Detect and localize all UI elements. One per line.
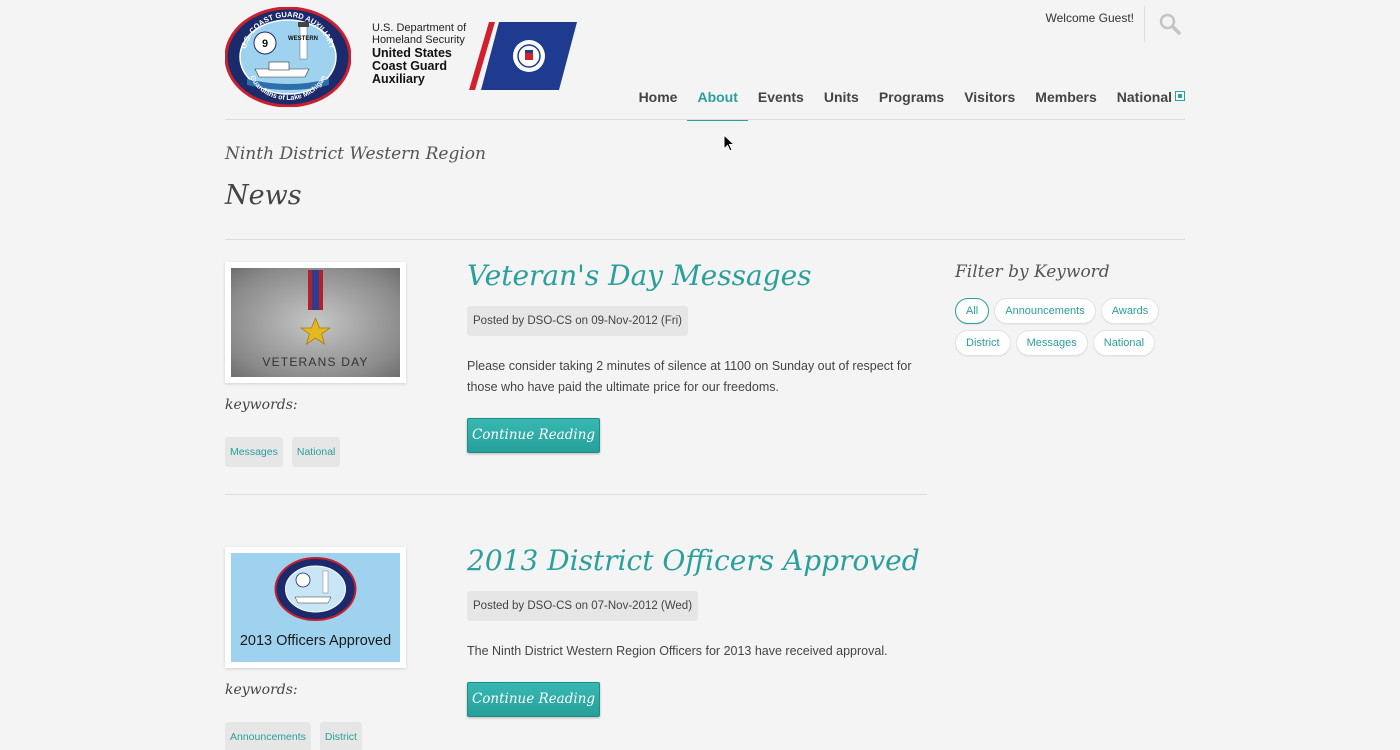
filter-tag-awards[interactable]: Awards: [1100, 298, 1160, 324]
nav-visitors[interactable]: Visitors: [954, 88, 1025, 120]
nav-members[interactable]: Members: [1025, 88, 1106, 120]
post-title[interactable]: 2013 District Officers Approved: [467, 544, 920, 577]
post-meta: Posted by DSO-CS on 07-Nov-2012 (Wed): [467, 591, 699, 621]
thumb-caption: 2013 Officers Approved: [240, 633, 391, 649]
header-divider-line: [225, 119, 1185, 120]
uscg-line3: Auxiliary: [372, 72, 425, 86]
post-title[interactable]: Veteran's Day Messages: [467, 259, 812, 292]
nav-national-label: National: [1116, 89, 1172, 105]
keyword-tag-national[interactable]: National: [291, 437, 341, 467]
search-icon[interactable]: [1158, 12, 1182, 36]
keyword-filter-sidebar: Filter by Keyword All Announcements Awar…: [955, 262, 1185, 356]
continue-reading-button[interactable]: Continue Reading: [467, 682, 600, 717]
dhs-line2: Homeland Security: [372, 34, 465, 46]
post-meta: Posted by DSO-CS on 09-Nov-2012 (Fri): [467, 306, 688, 336]
dhs-line1: U.S. Department of: [372, 22, 467, 34]
post-excerpt: The Ninth District Western Region Office…: [467, 644, 888, 658]
uscg-auxiliary-logo[interactable]: U.S. Department of Homeland Security Uni…: [372, 22, 577, 92]
veterans-day-image: VETERANS DAY: [231, 268, 400, 377]
sidebar-title: Filter by Keyword: [955, 262, 1110, 282]
filter-tag-announcements[interactable]: Announcements: [994, 298, 1096, 324]
keywords-label: keywords:: [225, 682, 298, 698]
seal-label: WESTERN: [288, 36, 318, 42]
nav-about[interactable]: About: [687, 88, 749, 121]
post-thumbnail[interactable]: VETERANS DAY: [225, 262, 406, 383]
logo-text: U.S. Department of Homeland Security Uni…: [372, 22, 482, 86]
post-excerpt: Please consider taking 2 minutes of sile…: [467, 359, 912, 394]
news-post: VETERANS DAY keywords: Messages National…: [225, 259, 930, 482]
page-wrapper: 9 WESTERN U.S. COAST GUARD AUXILIARY Gua…: [225, 0, 1185, 750]
keyword-tag-district[interactable]: District: [319, 722, 362, 750]
nav-units[interactable]: Units: [814, 88, 869, 120]
filter-tag-national[interactable]: National: [1092, 330, 1156, 356]
filter-tag-district[interactable]: District: [955, 330, 1011, 356]
continue-reading-button[interactable]: Continue Reading: [467, 418, 600, 453]
post-thumbnail[interactable]: 2013 Officers Approved: [225, 547, 406, 668]
post-divider: [225, 494, 927, 495]
thumb-caption: VETERANS DAY: [262, 355, 368, 369]
seal-number: 9: [262, 38, 268, 50]
coast-guard-stripe-icon: [469, 22, 577, 90]
mouse-cursor-icon: [723, 134, 735, 152]
officers-approved-image: 2013 Officers Approved: [231, 553, 400, 662]
news-post: 2013 Officers Approved keywords: Announc…: [225, 544, 930, 750]
auxiliary-seal-icon: 2013 Officers Approved: [240, 557, 391, 649]
nav-home[interactable]: Home: [629, 88, 688, 120]
page-title: News: [225, 180, 302, 211]
nav-programs[interactable]: Programs: [869, 88, 954, 120]
keyword-tag-announcements[interactable]: Announcements: [225, 722, 311, 750]
keyword-tags: Messages National: [225, 437, 341, 467]
keyword-tags: Announcements District: [225, 722, 362, 750]
filter-tags: All Announcements Awards District Messag…: [955, 298, 1185, 356]
nav-events[interactable]: Events: [748, 88, 814, 120]
filter-tag-messages[interactable]: Messages: [1015, 330, 1088, 356]
keywords-label: keywords:: [225, 397, 298, 413]
page-subtitle: Ninth District Western Region: [225, 144, 486, 164]
filter-tag-all[interactable]: All: [955, 298, 990, 324]
welcome-message: Welcome Guest!: [1045, 11, 1134, 25]
header-divider: [1144, 6, 1145, 42]
star-medal-icon: VETERANS DAY: [262, 270, 368, 369]
main-nav: Home About Events Units Programs Visitor…: [629, 88, 1185, 121]
nav-national[interactable]: National: [1107, 88, 1185, 120]
auxiliary-seal-logo[interactable]: 9 WESTERN U.S. COAST GUARD AUXILIARY Gua…: [225, 7, 351, 107]
title-divider-line: [225, 239, 1185, 240]
external-link-icon: [1175, 91, 1185, 101]
keyword-tag-messages[interactable]: Messages: [225, 437, 283, 467]
